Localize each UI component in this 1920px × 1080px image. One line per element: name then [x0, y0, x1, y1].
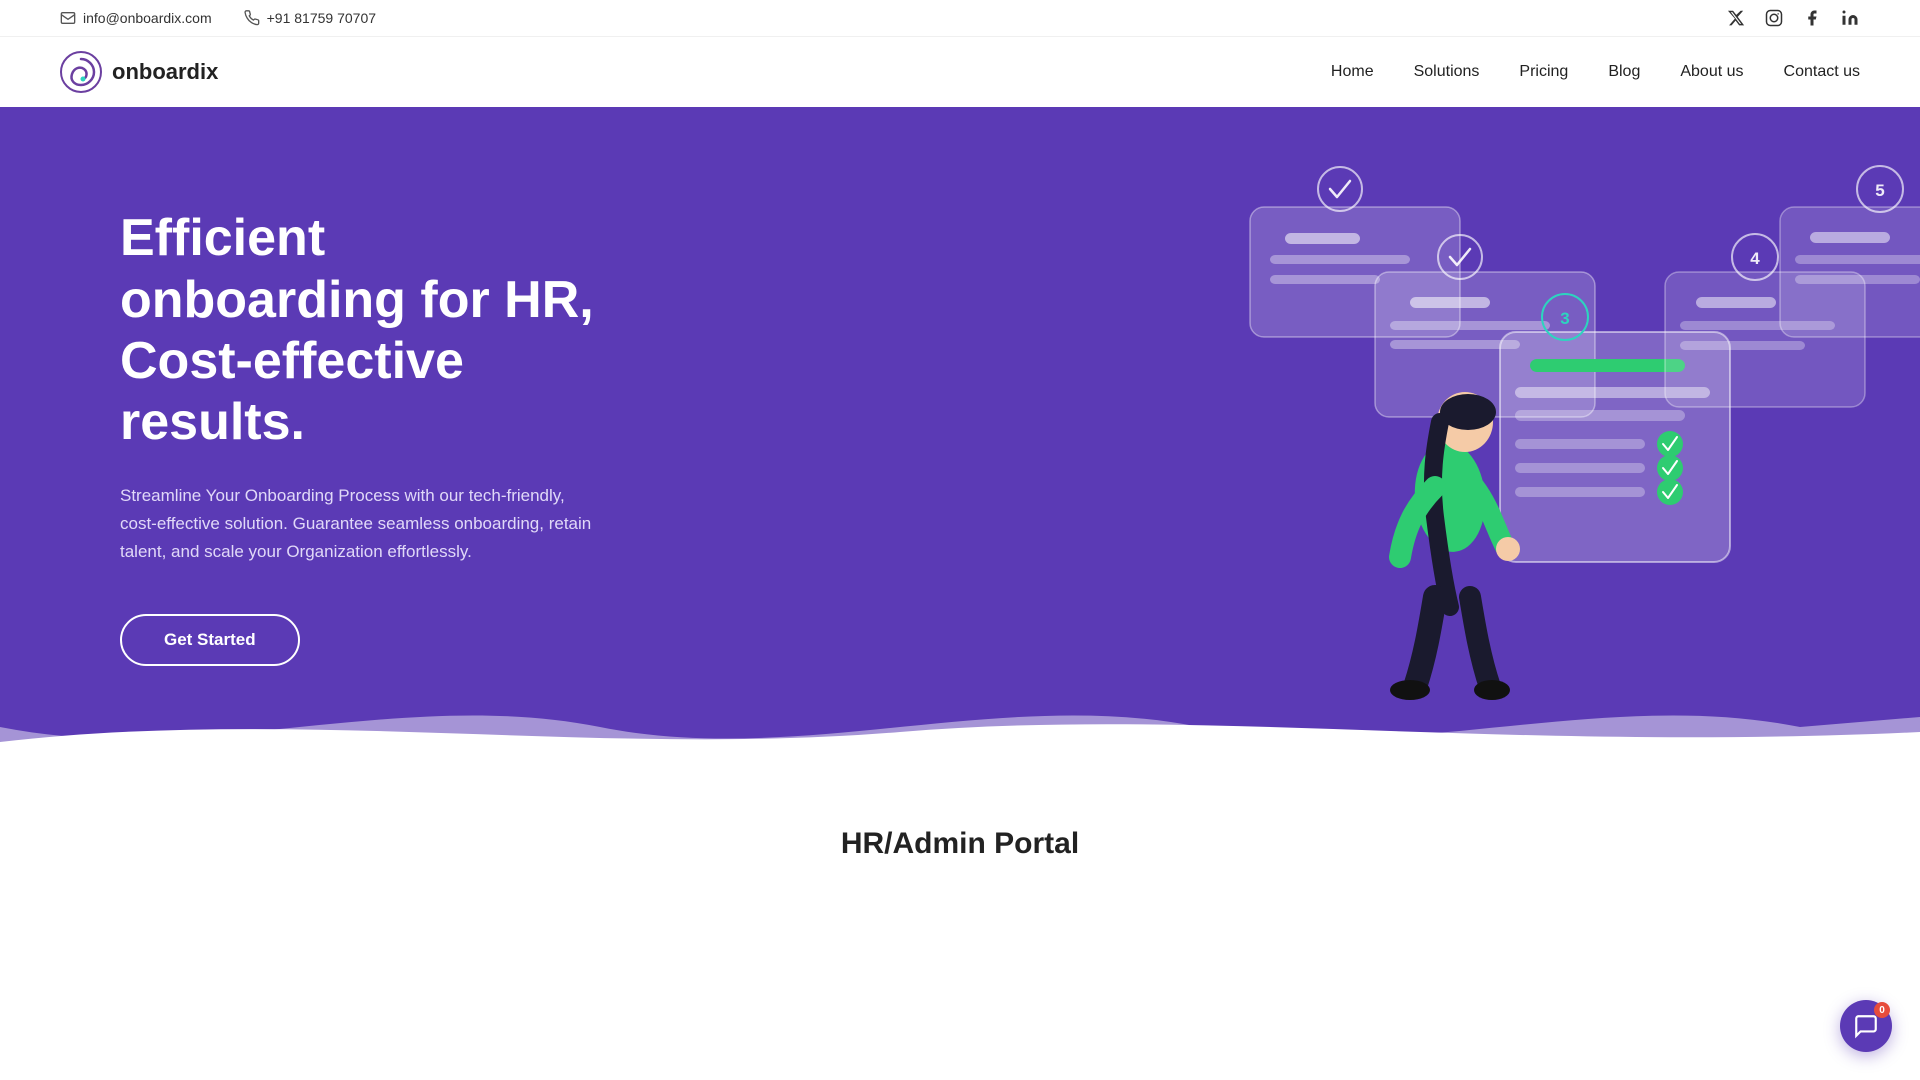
email-icon: [60, 10, 76, 26]
chat-badge: 0: [1874, 1002, 1890, 1018]
facebook-icon[interactable]: [1802, 8, 1822, 28]
hero-title: Efficient onboarding for HR, Cost-effect…: [120, 208, 600, 453]
email-text: info@onboardix.com: [83, 10, 212, 26]
social-links: [1726, 8, 1860, 28]
chat-widget[interactable]: 0: [1840, 1000, 1892, 1052]
nav-contact[interactable]: Contact us: [1784, 63, 1860, 81]
phone-icon: [244, 10, 260, 26]
hero-wave: [0, 687, 1920, 767]
phone-contact[interactable]: +91 81759 70707: [244, 10, 376, 26]
nav-home[interactable]: Home: [1331, 63, 1374, 81]
chat-icon: [1853, 1013, 1879, 1039]
topbar-contacts: info@onboardix.com +91 81759 70707: [60, 10, 376, 26]
topbar: info@onboardix.com +91 81759 70707: [0, 0, 1920, 37]
svg-text:4: 4: [1750, 249, 1760, 268]
hero-left: Efficient onboarding for HR, Cost-effect…: [0, 107, 680, 767]
svg-text:3: 3: [1560, 309, 1569, 328]
svg-text:5: 5: [1875, 181, 1884, 200]
nav-about[interactable]: About us: [1680, 63, 1743, 81]
email-contact[interactable]: info@onboardix.com: [60, 10, 212, 26]
logo-text: onboardix: [112, 59, 218, 85]
nav-pricing[interactable]: Pricing: [1519, 63, 1568, 81]
phone-text: +91 81759 70707: [267, 10, 376, 26]
nav-solutions[interactable]: Solutions: [1414, 63, 1480, 81]
white-section: HR/Admin Portal: [0, 767, 1920, 891]
section-title: HR/Admin Portal: [0, 827, 1920, 861]
hero-subtitle: Streamline Your Onboarding Process with …: [120, 482, 600, 566]
hero-section: Efficient onboarding for HR, Cost-effect…: [0, 107, 1920, 767]
hero-right: 3 4 5: [680, 107, 1920, 767]
navbar: onboardix Home Solutions Pricing Blog Ab…: [0, 37, 1920, 107]
linkedin-icon[interactable]: [1840, 8, 1860, 28]
logo-icon: [60, 51, 102, 93]
instagram-icon[interactable]: [1764, 8, 1784, 28]
hero-illustration: 3 4 5: [1220, 127, 1920, 707]
logo[interactable]: onboardix: [60, 51, 218, 93]
nav-blog[interactable]: Blog: [1608, 63, 1640, 81]
nav-links: Home Solutions Pricing Blog About us Con…: [1331, 63, 1860, 81]
get-started-button[interactable]: Get Started: [120, 614, 300, 666]
twitter-icon[interactable]: [1726, 8, 1746, 28]
